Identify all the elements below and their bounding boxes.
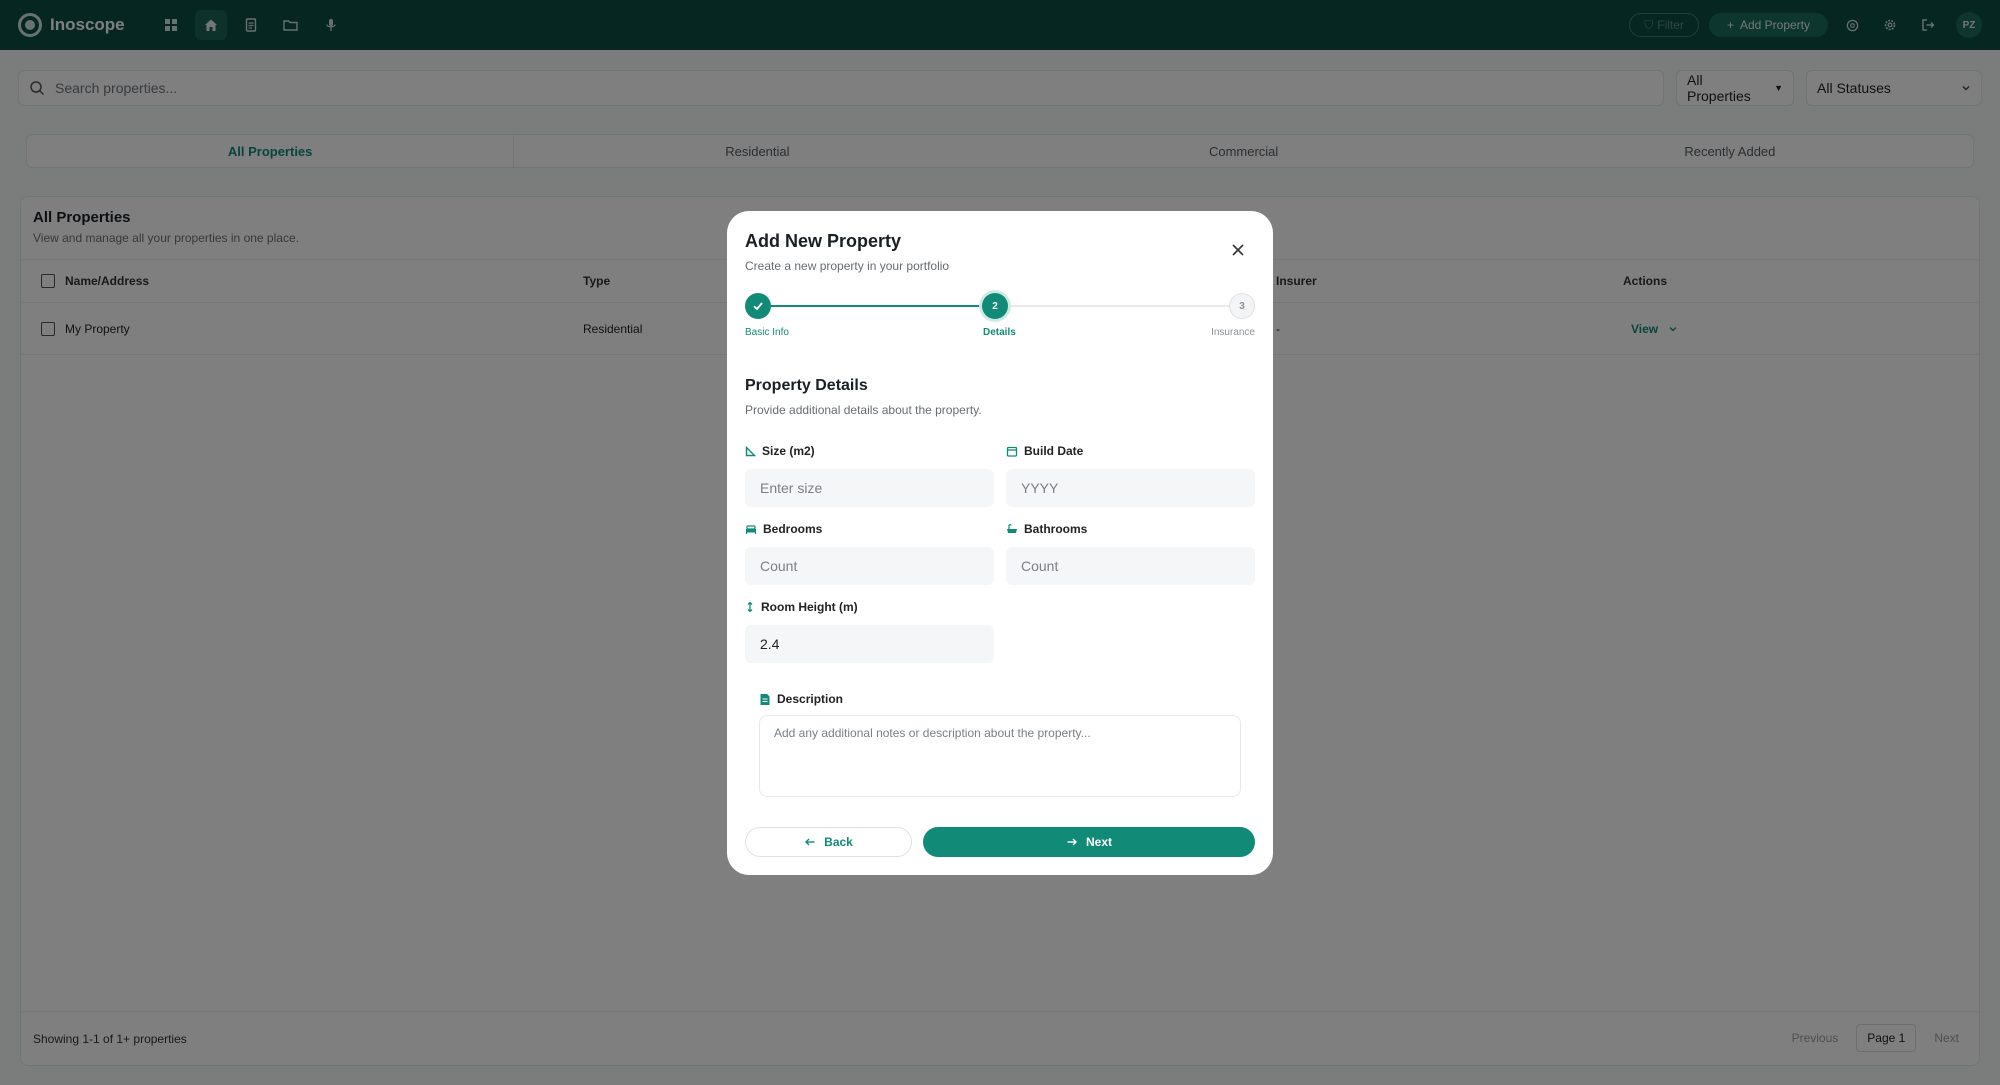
size-field: Size (m2) — [745, 443, 994, 507]
size-input[interactable] — [745, 469, 994, 507]
room-height-label: Room Height (m) — [761, 600, 858, 614]
bedrooms-label: Bedrooms — [763, 522, 823, 536]
bed-icon — [745, 525, 757, 534]
build-date-label: Build Date — [1024, 444, 1084, 458]
step-insurance[interactable]: 3 — [1229, 293, 1255, 319]
build-date-input[interactable] — [1006, 469, 1255, 507]
step-connector-todo — [1007, 305, 1229, 307]
next-button-label: Next — [1085, 835, 1112, 849]
bath-icon — [1007, 524, 1017, 533]
add-property-modal: Add New Property Create a new property i… — [727, 211, 1273, 875]
close-button[interactable] — [1229, 241, 1247, 259]
bedrooms-input[interactable] — [745, 547, 994, 585]
size-label-row: Size (m2) — [745, 443, 994, 459]
arrow-right-icon — [1067, 838, 1077, 846]
description-field: Description — [759, 691, 1241, 802]
next-button[interactable]: Next — [923, 827, 1255, 857]
section-title: Property Details — [745, 377, 868, 394]
step-label-basic-info: Basic Info — [745, 327, 789, 338]
file-text-icon — [760, 693, 770, 705]
build-date-label-row: Build Date — [1006, 443, 1255, 459]
bedrooms-label-row: Bedrooms — [745, 521, 994, 537]
step-connector-done — [771, 305, 981, 307]
stepper: 2 3 Basic Info Details Insurance — [745, 293, 1255, 343]
bathrooms-label: Bathrooms — [1024, 522, 1088, 536]
bathrooms-label-row: Bathrooms — [1006, 521, 1255, 537]
close-icon — [1232, 244, 1244, 256]
room-height-input[interactable] — [745, 625, 994, 663]
bathrooms-input[interactable] — [1006, 547, 1255, 585]
bedrooms-field: Bedrooms — [745, 521, 994, 585]
section-subtitle: Provide additional details about the pro… — [745, 403, 982, 417]
calendar-icon — [1006, 446, 1018, 457]
vertical-arrows-icon — [747, 601, 753, 613]
back-button[interactable]: Back — [745, 827, 912, 857]
size-label: Size (m2) — [762, 444, 815, 458]
bathrooms-field: Bathrooms — [1006, 521, 1255, 585]
step-basic-info[interactable] — [745, 293, 771, 319]
check-icon — [753, 302, 763, 311]
step-details[interactable]: 2 — [982, 293, 1008, 319]
modal-subtitle: Create a new property in your portfolio — [745, 259, 950, 273]
back-button-label: Back — [824, 835, 853, 849]
step-label-insurance: Insurance — [1211, 327, 1255, 338]
build-date-field: Build Date — [1006, 443, 1255, 507]
arrow-left-icon — [805, 838, 815, 846]
room-height-field: Room Height (m) — [745, 599, 994, 663]
room-height-label-row: Room Height (m) — [745, 599, 994, 615]
description-label-row: Description — [759, 691, 1241, 707]
description-textarea[interactable] — [759, 715, 1241, 797]
step-label-details: Details — [983, 327, 1016, 338]
modal-title: Add New Property — [745, 231, 902, 251]
ruler-icon — [745, 445, 756, 456]
description-label: Description — [777, 692, 844, 706]
